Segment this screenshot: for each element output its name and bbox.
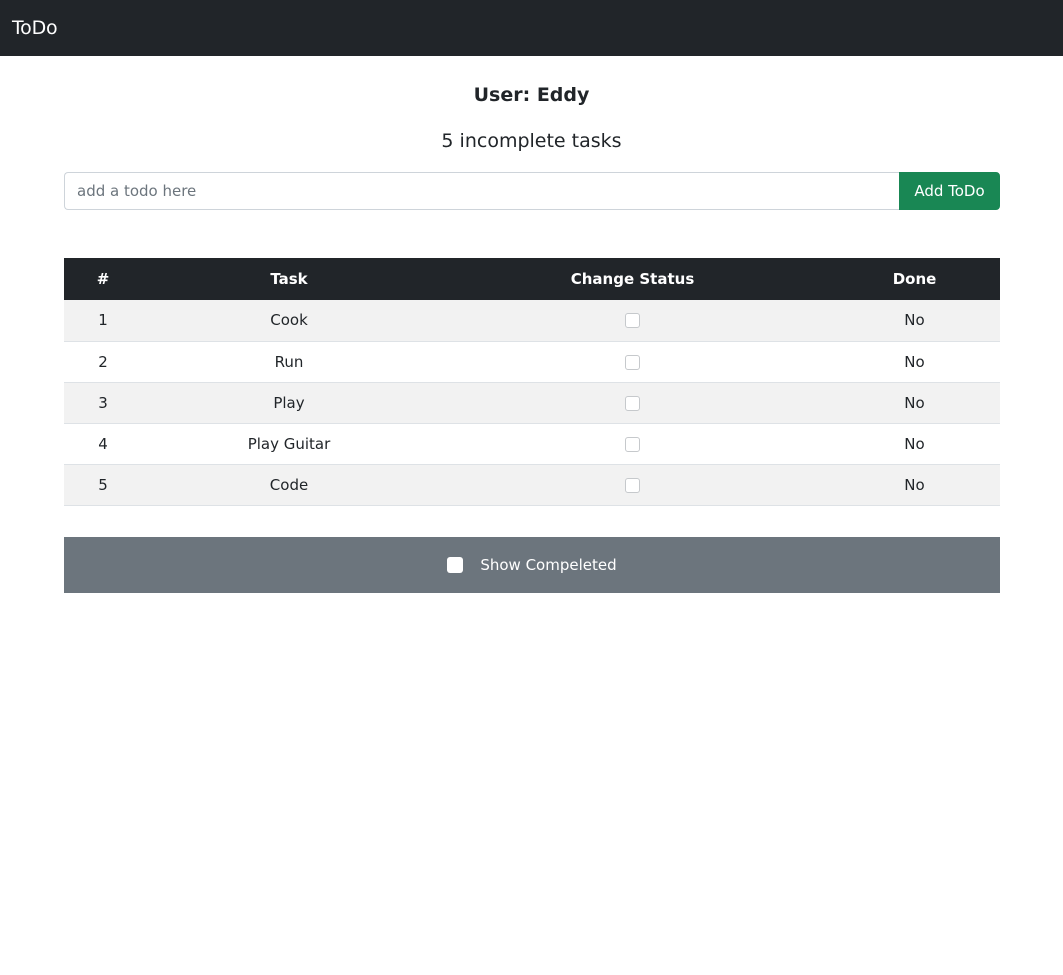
status-checkbox[interactable]: [625, 477, 640, 493]
navbar: ToDo: [0, 0, 1063, 56]
table-row: 5 Code No: [64, 464, 1000, 506]
row-number: 4: [64, 423, 142, 465]
status-checkbox[interactable]: [625, 395, 640, 411]
table-row: 2 Run No: [64, 341, 1000, 383]
row-status-cell: [436, 382, 829, 424]
add-todo-form: Add ToDo: [64, 172, 1000, 210]
row-status-cell: [436, 423, 829, 465]
user-heading: User: Eddy: [473, 84, 590, 106]
todo-table: # Task Change Status Done 1 Cook No 2 Ru…: [64, 258, 1000, 506]
row-status-cell: [436, 341, 829, 383]
show-completed-label[interactable]: Show Compeleted: [480, 556, 616, 574]
row-status-cell: [436, 464, 829, 506]
row-task: Code: [142, 464, 436, 506]
row-task: Play: [142, 382, 436, 424]
row-number: 5: [64, 464, 142, 506]
row-number: 2: [64, 341, 142, 383]
table-row: 3 Play No: [64, 382, 1000, 424]
row-status-cell: [436, 300, 829, 342]
row-task: Run: [142, 341, 436, 383]
row-number: 3: [64, 382, 142, 424]
show-completed-checkbox[interactable]: [447, 557, 464, 573]
header-number: #: [64, 258, 142, 300]
add-todo-button[interactable]: Add ToDo: [899, 172, 1000, 210]
status-checkbox[interactable]: [625, 436, 640, 452]
header-done: Done: [829, 258, 1000, 300]
row-done: No: [829, 423, 1000, 465]
show-completed-bar: Show Compeleted: [64, 537, 1000, 593]
incomplete-count: 5 incomplete tasks: [441, 130, 622, 152]
row-number: 1: [64, 300, 142, 342]
row-done: No: [829, 300, 1000, 342]
table-row: 4 Play Guitar No: [64, 423, 1000, 465]
row-task: Play Guitar: [142, 423, 436, 465]
header-change-status: Change Status: [436, 258, 829, 300]
status-checkbox[interactable]: [625, 354, 640, 370]
row-task: Cook: [142, 300, 436, 342]
brand-link[interactable]: ToDo: [12, 18, 58, 38]
status-checkbox[interactable]: [625, 313, 640, 329]
todo-input[interactable]: [64, 172, 899, 210]
row-done: No: [829, 464, 1000, 506]
row-done: No: [829, 341, 1000, 383]
table-row: 1 Cook No: [64, 300, 1000, 342]
table-header-row: # Task Change Status Done: [64, 258, 1000, 300]
row-done: No: [829, 382, 1000, 424]
header-task: Task: [142, 258, 436, 300]
